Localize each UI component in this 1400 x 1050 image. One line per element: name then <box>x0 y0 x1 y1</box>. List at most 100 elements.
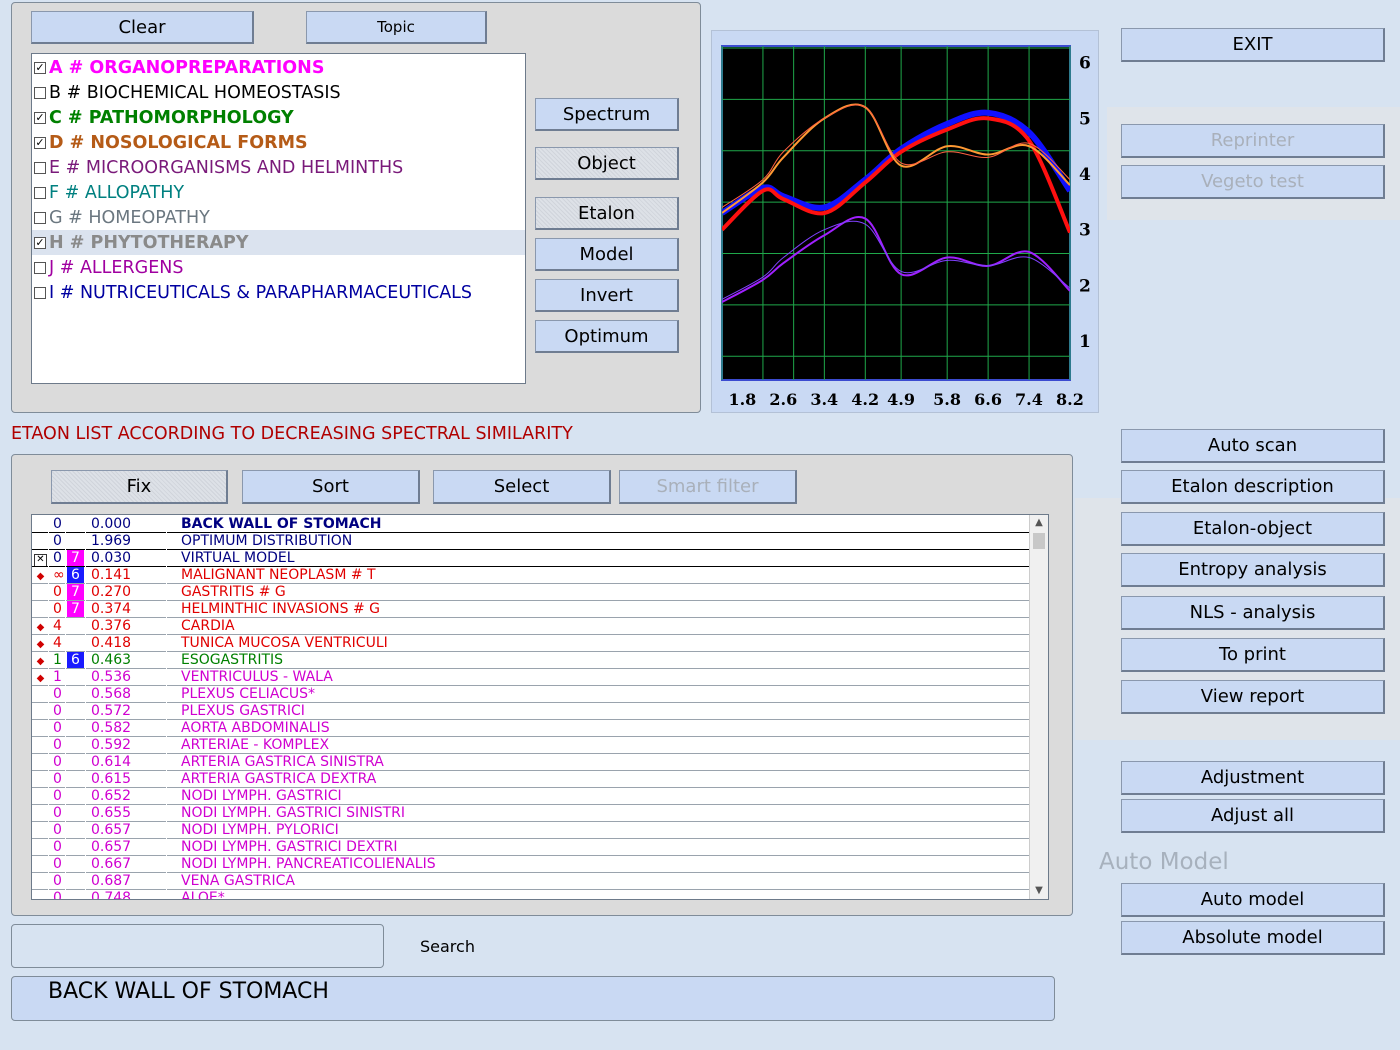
diamond-icon[interactable]: ◆ <box>33 669 48 685</box>
table-row[interactable]: ◆ ∞ 6 0.141 MALIGNANT NEOPLASM # T <box>32 567 1029 584</box>
table-row[interactable]: 0 7 0.374 HELMINTHIC INVASIONS # G <box>32 601 1029 618</box>
table-row[interactable]: 0 0.582 AORTA ABDOMINALIS <box>32 720 1029 737</box>
smart-filter-button[interactable]: Smart filter <box>619 470 797 504</box>
to-print-button[interactable]: To print <box>1121 638 1385 672</box>
fix-button[interactable]: Fix <box>51 470 228 504</box>
row-mark[interactable] <box>33 737 48 753</box>
topic-label: F # ALLOPATHY <box>49 182 185 203</box>
row-mark[interactable] <box>33 601 48 617</box>
scroll-thumb[interactable] <box>1033 533 1045 549</box>
checked-box-icon[interactable]: ✕ <box>33 550 48 567</box>
diamond-icon[interactable]: ◆ <box>33 618 48 634</box>
topic-checkbox[interactable] <box>34 186 46 199</box>
table-row[interactable]: 0 1.969 OPTIMUM DISTRIBUTION <box>32 533 1029 550</box>
table-row[interactable]: 0 0.000 BACK WALL OF STOMACH <box>32 516 1029 533</box>
optimum-button[interactable]: Optimum <box>535 320 679 353</box>
table-row[interactable]: 0 0.652 NODI LYMPH. GASTRICI <box>32 788 1029 805</box>
topic-item[interactable]: B # BIOCHEMICAL HOMEOSTASIS <box>32 80 525 105</box>
row-mark[interactable] <box>33 805 48 821</box>
row-mark[interactable] <box>33 788 48 804</box>
absolute-model-button[interactable]: Absolute model <box>1121 921 1385 955</box>
row-mark[interactable] <box>33 822 48 838</box>
search-input[interactable] <box>11 924 384 968</box>
entropy-analysis-button[interactable]: Entropy analysis <box>1121 553 1385 587</box>
topic-checkbox[interactable]: ✓ <box>34 61 46 74</box>
table-row[interactable]: 0 0.592 ARTERIAE - KOMPLEX <box>32 737 1029 754</box>
nls-analysis-button[interactable]: NLS - analysis <box>1121 596 1385 630</box>
row-mark[interactable] <box>33 856 48 872</box>
topic-item[interactable]: J # ALLERGENS <box>32 255 525 280</box>
table-row[interactable]: 0 0.687 VENA GASTRICA <box>32 873 1029 890</box>
row-mark[interactable] <box>33 771 48 787</box>
adjust-all-button[interactable]: Adjust all <box>1121 799 1385 833</box>
topic-item[interactable]: ✓ H # PHYTOTHERAPY <box>32 230 525 255</box>
topic-item[interactable]: F # ALLOPATHY <box>32 180 525 205</box>
row-mark[interactable] <box>33 686 48 702</box>
table-row[interactable]: 0 0.657 NODI LYMPH. GASTRICI DEXTRI <box>32 839 1029 856</box>
etalon-description-button[interactable]: Etalon description <box>1121 470 1385 504</box>
table-row[interactable]: 0 0.615 ARTERIA GASTRICA DEXTRA <box>32 771 1029 788</box>
adjustment-button[interactable]: Adjustment <box>1121 761 1385 795</box>
diamond-icon[interactable]: ◆ <box>33 567 48 583</box>
table-row[interactable]: 0 0.614 ARTERIA GASTRICA SINISTRA <box>32 754 1029 771</box>
table-row[interactable]: ◆ 4 0.376 CARDIA <box>32 618 1029 635</box>
table-row[interactable]: ✕ 0 7 0.030 VIRTUAL MODEL <box>32 550 1029 567</box>
table-row[interactable]: 0 0.568 PLEXUS CELIACUS* <box>32 686 1029 703</box>
row-mark[interactable] <box>33 873 48 889</box>
view-report-button[interactable]: View report <box>1121 680 1385 714</box>
topic-item[interactable]: ✓ A # ORGANOPREPARATIONS <box>32 55 525 80</box>
auto-scan-button[interactable]: Auto scan <box>1121 429 1385 463</box>
row-name: HELMINTHIC INVASIONS # G <box>181 601 381 617</box>
search-label[interactable]: Search <box>420 937 475 956</box>
row-mark[interactable] <box>33 533 48 549</box>
table-row[interactable]: ◆ 4 0.418 TUNICA MUCOSA VENTRICULI <box>32 635 1029 652</box>
diamond-icon[interactable]: ◆ <box>33 652 48 668</box>
topic-checkbox[interactable] <box>34 286 46 299</box>
table-row[interactable]: 0 0.748 ALOE* <box>32 890 1029 899</box>
topic-button[interactable]: Topic <box>306 11 487 44</box>
row-mark[interactable] <box>33 584 48 600</box>
table-row[interactable]: 0 0.572 PLEXUS GASTRICI <box>32 703 1029 720</box>
topic-checkbox[interactable]: ✓ <box>34 236 46 249</box>
topic-checkbox[interactable]: ✓ <box>34 111 46 124</box>
select-button[interactable]: Select <box>433 470 611 504</box>
topic-checkbox[interactable] <box>34 211 46 224</box>
row-mark[interactable] <box>33 754 48 770</box>
topic-checkbox[interactable] <box>34 261 46 274</box>
topic-item[interactable]: ✓ C # PATHOMORPHOLOGY <box>32 105 525 130</box>
table-row[interactable]: 0 0.667 NODI LYMPH. PANCREATICOLIENALIS <box>32 856 1029 873</box>
row-mark[interactable] <box>33 720 48 736</box>
invert-button[interactable]: Invert <box>535 279 679 312</box>
sort-button[interactable]: Sort <box>242 470 420 504</box>
topic-item[interactable]: ✓ D # NOSOLOGICAL FORMS <box>32 130 525 155</box>
topic-item[interactable]: E # MICROORGANISMS AND HELMINTHS <box>32 155 525 180</box>
row-mark[interactable] <box>33 516 48 532</box>
table-row[interactable]: 0 0.657 NODI LYMPH. PYLORICI <box>32 822 1029 839</box>
table-row[interactable]: 0 0.655 NODI LYMPH. GASTRICI SINISTRI <box>32 805 1029 822</box>
vegeto-test-button[interactable]: Vegeto test <box>1121 165 1385 199</box>
etalon-object-button[interactable]: Etalon-object <box>1121 512 1385 546</box>
scroll-down-icon[interactable]: ▼ <box>1030 883 1048 899</box>
row-mark[interactable] <box>33 890 48 899</box>
auto-model-button[interactable]: Auto model <box>1121 883 1385 917</box>
spectrum-button[interactable]: Spectrum <box>535 98 679 131</box>
topic-item[interactable]: I # NUTRICEUTICALS & PARAPHARMACEUTICALS <box>32 280 525 305</box>
exit-button[interactable]: EXIT <box>1121 28 1385 62</box>
table-row[interactable]: ◆ 1 6 0.463 ESOGASTRITIS <box>32 652 1029 669</box>
clear-button[interactable]: Clear <box>31 11 254 44</box>
etalon-button[interactable]: Etalon <box>535 197 679 230</box>
row-mark[interactable] <box>33 839 48 855</box>
table-row[interactable]: ◆ 1 0.536 VENTRICULUS - WALA <box>32 669 1029 686</box>
topic-checkbox[interactable]: ✓ <box>34 136 46 149</box>
topic-item[interactable]: G # HOMEOPATHY <box>32 205 525 230</box>
reprinter-button[interactable]: Reprinter <box>1121 124 1385 158</box>
row-mark[interactable] <box>33 703 48 719</box>
diamond-icon[interactable]: ◆ <box>33 635 48 651</box>
topic-checkbox[interactable] <box>34 161 46 174</box>
model-button[interactable]: Model <box>535 238 679 271</box>
table-row[interactable]: 0 7 0.270 GASTRITIS # G <box>32 584 1029 601</box>
list-scrollbar[interactable]: ▲ ▼ <box>1029 515 1048 899</box>
topic-checkbox[interactable] <box>34 86 46 99</box>
object-button[interactable]: Object <box>535 147 679 180</box>
scroll-up-icon[interactable]: ▲ <box>1030 515 1048 531</box>
